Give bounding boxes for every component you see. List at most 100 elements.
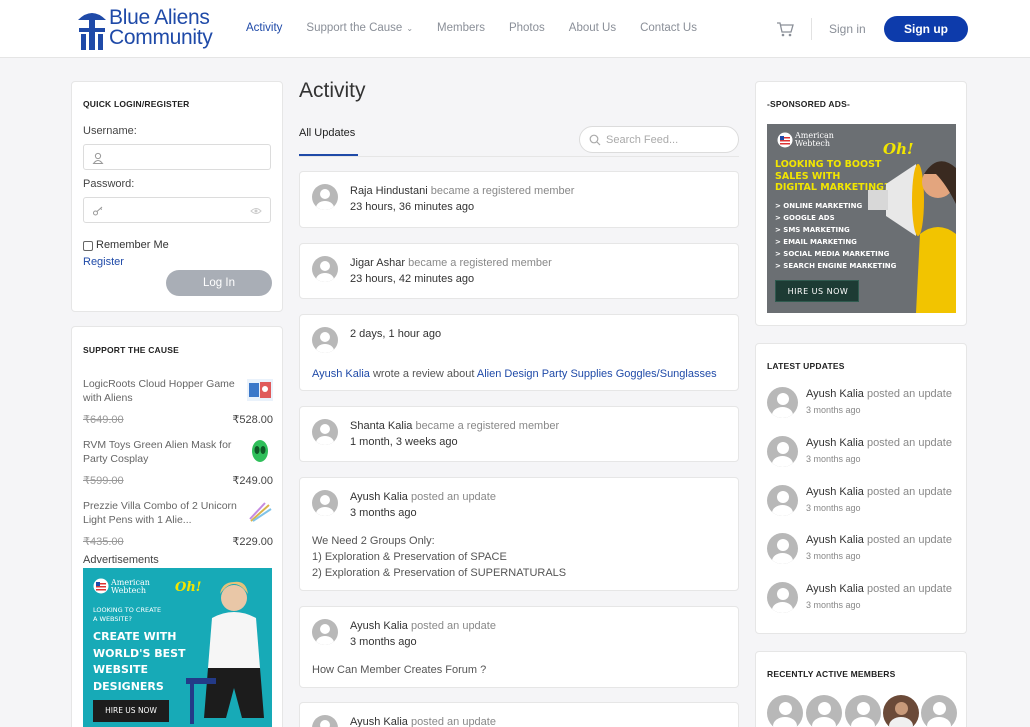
register-link[interactable]: Register <box>83 256 124 268</box>
post-author[interactable]: Raja Hindustani <box>350 185 428 197</box>
reviewed-product-link[interactable]: Alien Design Party Supplies Goggles/Sung… <box>477 368 717 380</box>
post-time[interactable]: 3 months ago <box>350 507 417 519</box>
post-time[interactable]: 1 month, 3 weeks ago <box>350 436 458 448</box>
nav-activity[interactable]: Activity <box>246 22 282 34</box>
post-body-line: We Need 2 Groups Only: <box>312 535 435 547</box>
product-item[interactable]: LogicRoots Cloud Hopper Game with Aliens… <box>83 377 273 437</box>
avatar[interactable] <box>312 419 338 445</box>
product-old-price: ₹599.00 <box>83 475 124 487</box>
password-input[interactable] <box>83 197 271 223</box>
log-in-button[interactable]: Log In <box>166 270 272 296</box>
member-avatar[interactable] <box>767 695 803 727</box>
avatar[interactable] <box>767 582 798 613</box>
member-avatar[interactable] <box>883 695 919 727</box>
post-author[interactable]: Jigar Ashar <box>350 257 405 269</box>
post-author[interactable]: Ayush Kalia <box>350 716 408 727</box>
key-icon <box>93 206 103 216</box>
update-time: 3 months ago <box>806 503 861 513</box>
product-thumbnail[interactable] <box>247 501 273 523</box>
post-header: Ayush Kalia posted an update <box>350 491 496 503</box>
post-time[interactable]: 2 days, 1 hour ago <box>350 328 441 340</box>
update-time: 3 months ago <box>806 600 861 610</box>
post-author[interactable]: Ayush Kalia <box>350 620 408 632</box>
member-avatar[interactable] <box>845 695 881 727</box>
username-input[interactable] <box>83 144 271 170</box>
product-item[interactable]: Prezzie Villa Combo of 2 Unicorn Light P… <box>83 499 273 559</box>
product-item[interactable]: RVM Toys Green Alien Mask for Party Cosp… <box>83 438 273 498</box>
eye-icon[interactable] <box>250 207 262 215</box>
review-author-link[interactable]: Ayush Kalia <box>312 368 370 380</box>
product-old-price: ₹435.00 <box>83 536 124 548</box>
update-author[interactable]: Ayush Kalia <box>806 583 864 595</box>
logo-line-2: Community <box>109 26 213 49</box>
ad-line-2: A WEBSITE? <box>93 615 132 623</box>
quick-login-title: QUICK LOGIN/REGISTER <box>83 99 190 109</box>
product-name[interactable]: RVM Toys Green Alien Mask for Party Cosp… <box>83 438 241 466</box>
digital-marketing-ad-banner[interactable]: American Webtech Oh! LOOKING TO BOOST SA… <box>767 124 956 313</box>
sign-up-button[interactable]: Sign up <box>884 16 968 42</box>
post-header: Shanta Kalia became a registered member <box>350 420 559 432</box>
post-action: posted an update <box>407 716 496 727</box>
american-webtech-flag-icon <box>93 578 109 594</box>
update-author[interactable]: Ayush Kalia <box>806 388 864 400</box>
tab-underline-divider <box>299 156 739 157</box>
avatar[interactable] <box>312 256 338 282</box>
update-action: posted an update <box>863 388 952 400</box>
activity-post: Jigar Ashar became a registered member 2… <box>299 243 739 299</box>
avatar[interactable] <box>767 436 798 467</box>
ad-brand-line-2: Webtech <box>111 586 147 595</box>
update-author[interactable]: Ayush Kalia <box>806 534 864 546</box>
product-name[interactable]: Prezzie Villa Combo of 2 Unicorn Light P… <box>83 499 241 527</box>
remember-me-label[interactable]: Remember Me <box>96 239 169 251</box>
update-author[interactable]: Ayush Kalia <box>806 437 864 449</box>
ad-cta-button[interactable]: HIRE US NOW <box>93 700 169 722</box>
avatar[interactable] <box>767 485 798 516</box>
nav-about-us[interactable]: About Us <box>569 22 616 34</box>
nav-contact-us[interactable]: Contact Us <box>640 22 697 34</box>
member-avatar[interactable] <box>806 695 842 727</box>
sponsored-title: -SPONSORED ADS- <box>767 99 850 109</box>
post-author[interactable]: Ayush Kalia <box>350 491 408 503</box>
product-thumbnail[interactable] <box>247 440 273 462</box>
ad-cta-label: HIRE US NOW <box>105 706 157 715</box>
avatar[interactable] <box>312 619 338 645</box>
website-design-ad-banner[interactable]: American Webtech Oh! LOOKING TO CREATE A… <box>83 568 272 727</box>
search-feed-input[interactable]: Search Feed... <box>579 126 739 153</box>
update-author[interactable]: Ayush Kalia <box>806 486 864 498</box>
nav-members[interactable]: Members <box>437 22 485 34</box>
post-time[interactable]: 23 hours, 42 minutes ago <box>350 273 474 285</box>
activity-post: Shanta Kalia became a registered member … <box>299 406 739 462</box>
latest-update-item: Ayush Kalia posted an update 3 months ag… <box>767 387 962 427</box>
nav-photos[interactable]: Photos <box>509 22 545 34</box>
sign-in-link[interactable]: Sign in <box>829 22 866 36</box>
post-header: Raja Hindustani became a registered memb… <box>350 185 574 197</box>
avatar[interactable] <box>312 184 338 210</box>
avatar[interactable] <box>767 533 798 564</box>
activity-post: Ayush Kalia posted an update 3 months ag… <box>299 606 739 688</box>
remember-me-checkbox[interactable] <box>83 241 93 251</box>
avatar[interactable] <box>767 387 798 418</box>
product-price: ₹229.00 <box>232 536 273 548</box>
post-time[interactable]: 23 hours, 36 minutes ago <box>350 201 474 213</box>
post-body: Ayush Kalia wrote a review about Alien D… <box>312 366 717 382</box>
cart-icon[interactable] <box>776 21 794 37</box>
avatar[interactable] <box>312 327 338 353</box>
nav-support-the-cause[interactable]: Support the Cause ⌄ <box>306 22 413 34</box>
latest-updates-widget: LATEST UPDATES Ayush Kalia posted an upd… <box>755 343 967 634</box>
avatar[interactable] <box>312 715 338 727</box>
ad-big-line-3: WEBSITE <box>93 663 149 676</box>
megaphone-woman-illustration <box>868 161 956 313</box>
product-thumbnail[interactable] <box>247 379 273 401</box>
main-nav: Activity Support the Cause ⌄ Members Phot… <box>246 22 721 34</box>
post-author[interactable]: Shanta Kalia <box>350 420 412 432</box>
product-name[interactable]: LogicRoots Cloud Hopper Game with Aliens <box>83 377 241 405</box>
ad-line-1: LOOKING TO CREATE <box>93 606 162 614</box>
post-time[interactable]: 3 months ago <box>350 636 417 648</box>
site-logo[interactable]: Blue Aliens Community <box>76 7 226 52</box>
tab-all-updates[interactable]: All Updates <box>299 127 355 139</box>
post-header: Ayush Kalia posted an update <box>350 620 496 632</box>
product-old-price: ₹649.00 <box>83 414 124 426</box>
activity-post: Ayush Kalia posted an update <box>299 702 739 727</box>
avatar[interactable] <box>312 490 338 516</box>
member-avatar[interactable] <box>921 695 957 727</box>
